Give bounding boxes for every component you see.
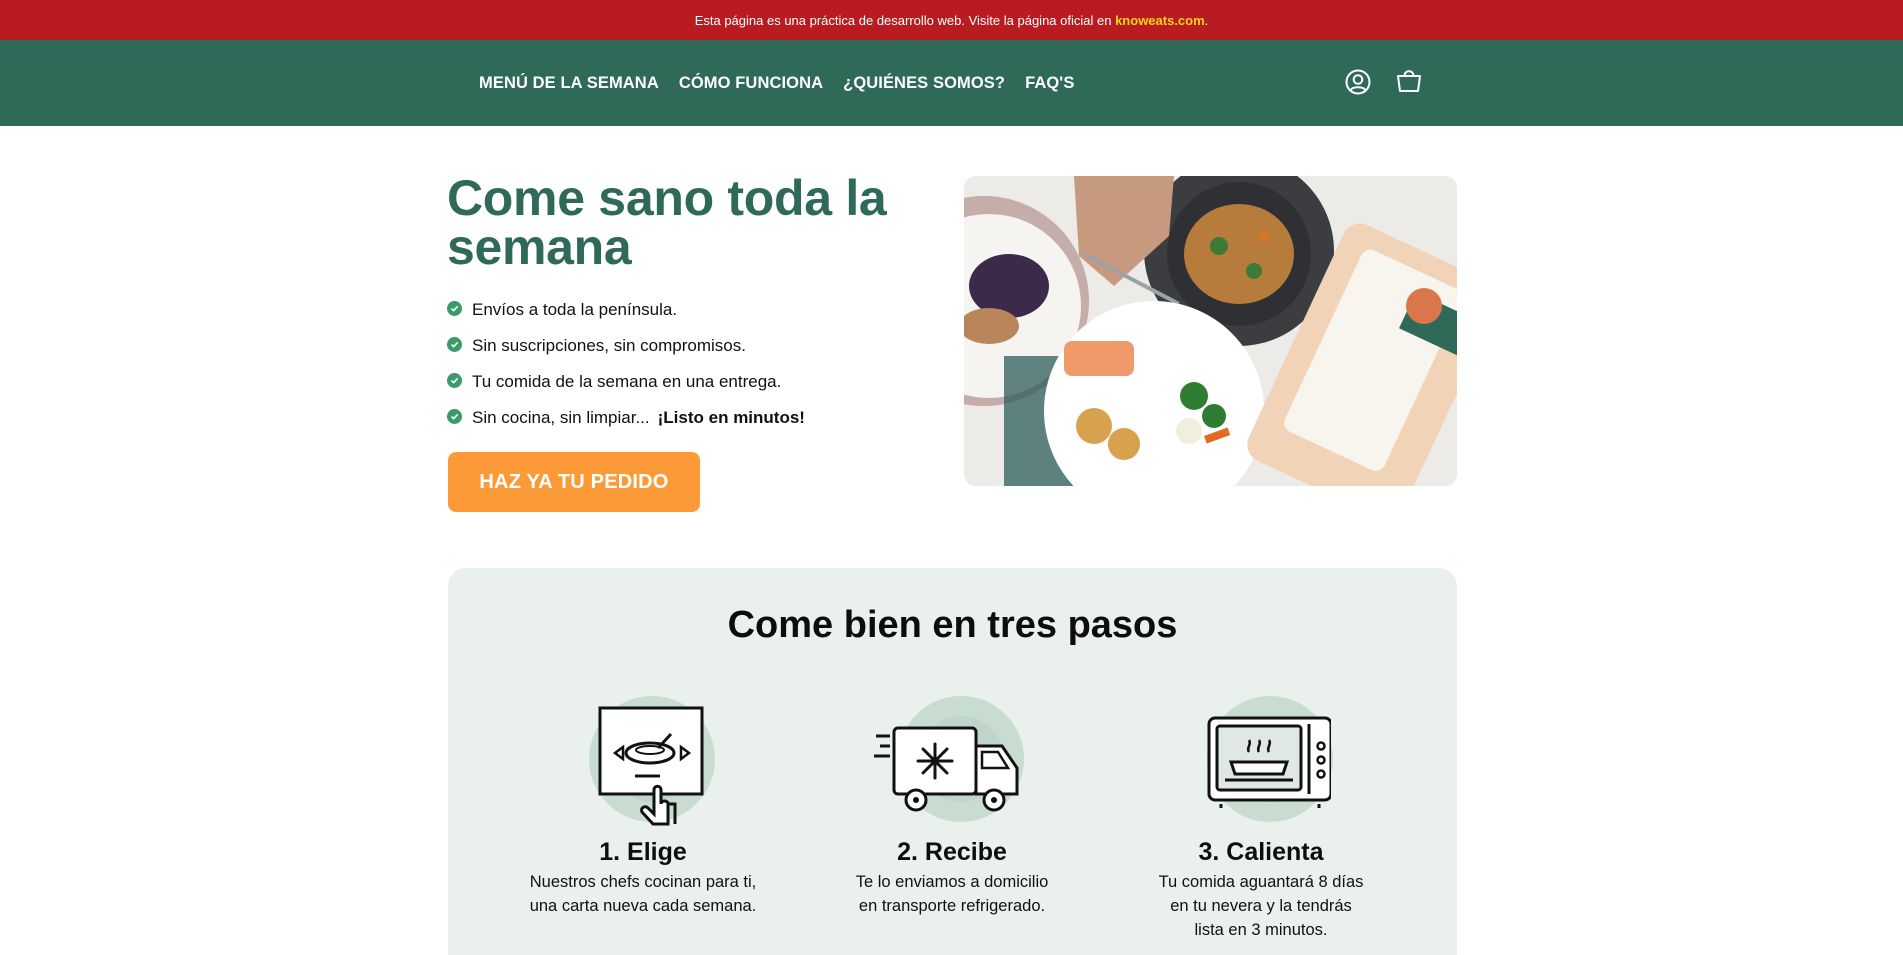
nav-link-menu[interactable]: MENÚ DE LA SEMANA xyxy=(479,74,659,93)
nav-link-about[interactable]: ¿QUIÉNES SOMOS? xyxy=(843,74,1005,93)
benefits-list: Envíos a toda la península. Sin suscripc… xyxy=(447,292,805,436)
benefit-text: Sin cocina, sin limpiar... xyxy=(472,408,650,427)
benefit-item: Sin cocina, sin limpiar... ¡Listo en min… xyxy=(447,400,805,436)
step-title: 3. Calienta xyxy=(1198,838,1324,866)
step-art xyxy=(1191,696,1333,826)
step-text: Te lo enviamos a domicilio en transporte… xyxy=(855,873,1049,915)
step-text: Nuestros chefs cocinan para ti, una cart… xyxy=(529,873,757,915)
benefit-item: Envíos a toda la península. xyxy=(447,292,805,328)
notice-bar: Esta página es una práctica de desarroll… xyxy=(0,0,1903,40)
check-icon xyxy=(447,408,462,424)
check-icon xyxy=(447,372,462,388)
check-icon xyxy=(447,300,462,316)
benefit-text: Envíos a toda la península. xyxy=(472,300,678,319)
benefit-item: Sin suscripciones, sin compromisos. xyxy=(447,328,805,364)
hero-food-image xyxy=(964,176,1457,486)
step-art xyxy=(573,696,715,826)
microwave-icon xyxy=(1207,716,1331,808)
order-now-button[interactable]: HAZ YA TU PEDIDO xyxy=(448,452,700,512)
step-receive: 2. Recibe Te lo enviamos a domicilio en … xyxy=(792,696,1112,918)
main-nav: MENÚ DE LA SEMANA CÓMO FUNCIONA ¿QUIÉNES… xyxy=(0,40,1903,126)
check-icon xyxy=(447,336,462,352)
notice-text: Esta página es una práctica de desarroll… xyxy=(694,12,1112,28)
hero-title: Come sano toda la semana xyxy=(447,170,887,275)
step-heat: 3. Calienta Tu comida aguantará 8 días e… xyxy=(1101,696,1421,942)
step-title: 2. Recibe xyxy=(897,838,1007,866)
benefit-emphasis: ¡Listo en minutos! xyxy=(657,408,805,427)
step-choose: 1. Elige Nuestros chefs cocinan para ti,… xyxy=(483,696,803,918)
nav-link-how-it-works[interactable]: CÓMO FUNCIONA xyxy=(679,74,823,93)
notice-suffix: . xyxy=(1204,12,1209,28)
nav-link-faq[interactable]: FAQ'S xyxy=(1025,74,1074,93)
benefit-item: Tu comida de la semana en una entrega. xyxy=(447,364,805,400)
steps-title: Come bien en tres pasos xyxy=(727,604,1178,646)
benefit-text: Sin suscripciones, sin compromisos. xyxy=(472,336,746,355)
official-site-link[interactable]: knoweats.com xyxy=(1115,13,1205,28)
benefit-text: Tu comida de la semana en una entrega. xyxy=(472,372,782,391)
steps-section: Come bien en tres pasos 1. Elige Nuestro… xyxy=(448,568,1457,955)
user-icon[interactable] xyxy=(1344,68,1372,96)
shopping-bag-icon[interactable] xyxy=(1395,66,1423,94)
refrigerated-truck-icon xyxy=(874,726,1019,812)
step-title: 1. Elige xyxy=(599,838,687,866)
nav-links: MENÚ DE LA SEMANA CÓMO FUNCIONA ¿QUIÉNES… xyxy=(479,40,1074,126)
step-art xyxy=(874,696,1024,826)
step-text: Tu comida aguantará 8 días en tu nevera … xyxy=(1158,873,1364,939)
menu-select-icon xyxy=(598,706,704,826)
